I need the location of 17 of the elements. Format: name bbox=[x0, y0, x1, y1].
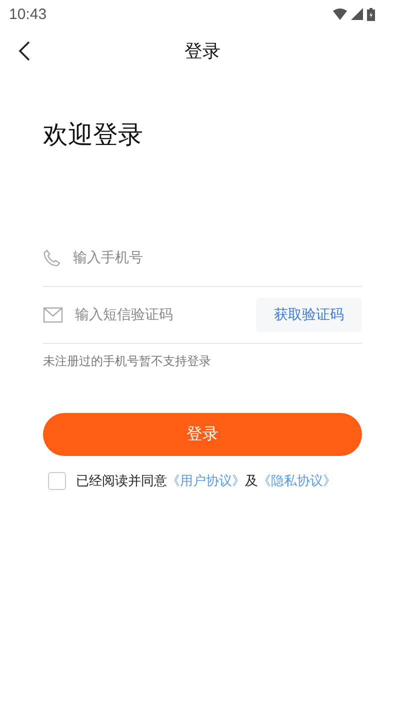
status-time: 10:43 bbox=[9, 6, 47, 22]
page-title: 登录 bbox=[184, 40, 220, 63]
phone-field[interactable]: 输入手机号 bbox=[71, 249, 362, 267]
phone-icon bbox=[43, 249, 61, 267]
privacy-agreement-link[interactable]: 《隐私协议》 bbox=[258, 474, 336, 489]
login-button[interactable]: 登录 bbox=[43, 413, 362, 456]
welcome-heading: 欢迎登录 bbox=[43, 119, 144, 151]
agreement-checkbox[interactable] bbox=[48, 472, 66, 490]
agreement-text: 已经阅读并同意《用户协议》及《隐私协议》 bbox=[76, 473, 336, 490]
battery-icon bbox=[367, 8, 375, 20]
code-field[interactable]: 输入短信验证码 bbox=[73, 306, 246, 324]
signal-icon bbox=[351, 8, 363, 20]
get-code-button[interactable]: 获取验证码 bbox=[256, 298, 362, 332]
user-agreement-link[interactable]: 《用户协议》 bbox=[167, 474, 245, 489]
hint-text: 未注册过的手机号暂不支持登录 bbox=[43, 353, 212, 370]
envelope-icon bbox=[43, 307, 63, 323]
wifi-icon bbox=[333, 8, 347, 20]
